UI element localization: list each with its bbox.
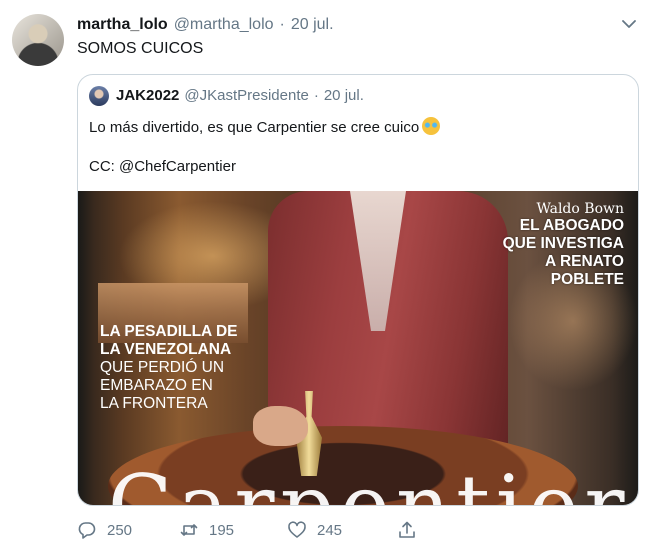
author-name[interactable]: martha_lolo xyxy=(77,16,168,34)
cover-headline-line: EL ABOGADO xyxy=(519,217,624,234)
magazine-cover-photo[interactable]: Carpentier Waldo Bown EL ABOGADO QUE INV… xyxy=(78,191,638,506)
tears-of-joy-emoji-icon xyxy=(422,117,441,135)
cover-headline-line: LA FRONTERA xyxy=(100,395,208,412)
quoted-tweet-header: JAK2022 @JKastPresidente · 20 jul. xyxy=(116,87,364,104)
quoted-tweet-text-content: Lo más divertido, es que Carpentier se c… xyxy=(89,119,420,136)
like-count: 245 xyxy=(317,521,343,539)
quoted-author-handle[interactable]: @JKastPresidente xyxy=(184,87,308,104)
retweet-count: 195 xyxy=(209,521,235,539)
cover-headline-line: LA PESADILLA DE xyxy=(100,323,238,340)
separator-dot: · xyxy=(279,16,285,33)
quoted-tweet-cc: CC: @ChefCarpentier xyxy=(89,158,236,175)
quoted-tweet-date[interactable]: 20 jul. xyxy=(324,87,364,104)
heart-icon xyxy=(288,521,306,538)
hand xyxy=(253,406,308,446)
like-button[interactable]: 245 xyxy=(287,520,342,540)
share-upload-icon xyxy=(399,521,415,538)
share-button[interactable] xyxy=(397,520,417,540)
cover-headline-line: EMBARAZO EN xyxy=(100,377,213,394)
tweet-header: martha_lolo @martha_lolo · 20 jul. xyxy=(77,16,334,34)
retweet-button[interactable]: 195 xyxy=(179,520,234,540)
cover-headline-left: LA PESADILLA DE LA VENEZOLANA QUE PERDIÓ… xyxy=(100,323,238,413)
magazine-masthead: Carpentier xyxy=(108,457,631,506)
cover-headline-right: EL ABOGADO QUE INVESTIGA A RENATO POBLET… xyxy=(503,217,624,289)
tweet-text: SOMOS CUICOS xyxy=(77,40,204,57)
reply-button[interactable]: 250 xyxy=(77,520,132,540)
tweet-actions: 250 195 245 xyxy=(77,520,437,548)
retweet-arrows-icon xyxy=(180,524,198,536)
speech-bubble-icon xyxy=(78,522,96,539)
quoted-tweet-text: Lo más divertido, es que Carpentier se c… xyxy=(89,117,441,136)
cover-headline-line: LA VENEZOLANA xyxy=(100,341,232,358)
tweet-date[interactable]: 20 jul. xyxy=(291,16,334,34)
reply-count: 250 xyxy=(107,521,133,539)
quoted-tweet-card[interactable]: JAK2022 @JKastPresidente · 20 jul. Lo má… xyxy=(77,74,639,506)
quoted-separator-dot: · xyxy=(313,87,319,104)
chevron-down-icon[interactable] xyxy=(619,14,639,34)
author-avatar[interactable] xyxy=(12,14,64,66)
quoted-author-name[interactable]: JAK2022 xyxy=(116,87,179,104)
cover-headline-line: POBLETE xyxy=(550,271,624,288)
cover-byline: Waldo Bown xyxy=(536,201,624,217)
cover-headline-line: A RENATO xyxy=(545,253,624,270)
quoted-author-avatar[interactable] xyxy=(89,86,109,106)
author-handle[interactable]: @martha_lolo xyxy=(174,16,274,34)
cover-headline-line: QUE PERDIÓ UN xyxy=(100,359,225,376)
cover-headline-line: QUE INVESTIGA xyxy=(502,235,624,252)
